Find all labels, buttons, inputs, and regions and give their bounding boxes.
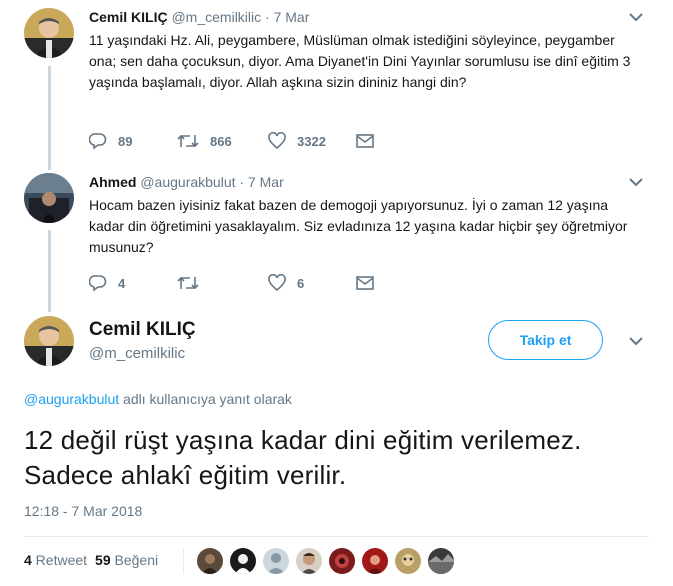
display-name[interactable]: Cemil KILIÇ	[89, 9, 168, 25]
thread-line	[48, 66, 51, 170]
retweet-stat[interactable]: 4 Retweet	[24, 552, 87, 568]
liker-avatar[interactable]	[395, 548, 421, 574]
envelope-icon	[356, 134, 374, 148]
reply-mention-link[interactable]: @augurakbulut	[24, 391, 119, 407]
tweet-text: Hocam bazen iyisiniz fakat bazen de demo…	[89, 197, 628, 255]
liker-avatar[interactable]	[230, 548, 256, 574]
reply-icon	[89, 133, 107, 150]
liker-avatar[interactable]	[329, 548, 355, 574]
reply-context: @augurakbulut adlı kullanıcıya yanıt ola…	[24, 391, 292, 407]
retweet-stat-count: 4	[24, 552, 32, 568]
tweet-text: 11 yaşındaki Hz. Ali, peygambere, Müslüm…	[89, 32, 631, 90]
tweet-header: Ahmed @augurakbulut · 7 Mar	[89, 173, 643, 191]
dm-button[interactable]	[355, 274, 375, 292]
retweet-button[interactable]	[177, 274, 210, 292]
like-button[interactable]: 3322	[268, 132, 326, 150]
divider	[24, 536, 649, 537]
liker-avatar[interactable]	[197, 548, 223, 574]
heart-icon	[268, 132, 286, 150]
retweet-button[interactable]: 866	[177, 132, 232, 150]
retweet-stat-label: Retweet	[31, 552, 88, 568]
reply-icon	[89, 275, 107, 292]
avatar[interactable]	[24, 8, 74, 58]
like-stat-count: 59	[95, 552, 111, 568]
tweet-timestamp[interactable]: 12:18 - 7 Mar 2018	[24, 503, 142, 519]
envelope-icon	[356, 276, 374, 290]
username[interactable]: @m_cemilkilic	[89, 345, 185, 363]
liker-avatar[interactable]	[296, 548, 322, 574]
reply-button[interactable]: 89	[89, 132, 132, 150]
chevron-down-icon[interactable]	[629, 336, 643, 346]
separator-dot: ·	[265, 9, 270, 25]
avatar[interactable]	[24, 316, 74, 366]
retweet-icon	[177, 276, 199, 290]
likers-avatars	[197, 548, 461, 574]
liker-avatar[interactable]	[362, 548, 388, 574]
tweet-time[interactable]: 7 Mar	[248, 174, 284, 190]
heart-icon	[268, 274, 286, 292]
retweet-count: 866	[210, 133, 232, 149]
like-count: 3322	[297, 133, 326, 149]
tweet-stats: 4 Retweet 59 Beğeni	[24, 552, 158, 568]
follow-button[interactable]: Takip et	[488, 320, 603, 360]
liker-avatar[interactable]	[263, 548, 289, 574]
tweet-time[interactable]: 7 Mar	[274, 9, 310, 25]
liker-avatar[interactable]	[428, 548, 454, 574]
dm-button[interactable]	[355, 132, 375, 150]
avatar[interactable]	[24, 173, 74, 223]
reply-button[interactable]: 4	[89, 274, 125, 292]
username[interactable]: @m_cemilkilic	[171, 9, 261, 25]
tweet-header: Cemil KILIÇ @m_cemilkilic · 7 Mar	[89, 8, 643, 26]
divider	[183, 548, 184, 574]
display-name[interactable]: Ahmed	[89, 174, 136, 190]
tweet[interactable]: Cemil KILIÇ @m_cemilkilic · 7 Mar 11 yaş…	[89, 8, 643, 93]
like-button[interactable]: 6	[268, 274, 304, 292]
like-stat-label: Beğeni	[110, 552, 159, 568]
tweet[interactable]: Ahmed @augurakbulut · 7 Mar Hocam bazen …	[89, 173, 643, 258]
display-name[interactable]: Cemil KILIÇ	[89, 318, 196, 342]
reply-count: 89	[118, 133, 133, 149]
main-tweet-text: 12 değil rüşt yaşına kadar dini eğitim v…	[24, 425, 582, 490]
chevron-down-icon[interactable]	[629, 12, 643, 22]
username[interactable]: @augurakbulut	[140, 174, 235, 190]
like-stat[interactable]: 59 Beğeni	[95, 552, 158, 568]
chevron-down-icon[interactable]	[629, 177, 643, 187]
like-count: 6	[297, 275, 305, 291]
retweet-icon	[177, 134, 199, 148]
reply-context-label: adlı kullanıcıya yanıt olarak	[119, 391, 292, 407]
reply-count: 4	[118, 275, 126, 291]
thread-line	[48, 230, 51, 312]
separator-dot: ·	[239, 174, 245, 190]
